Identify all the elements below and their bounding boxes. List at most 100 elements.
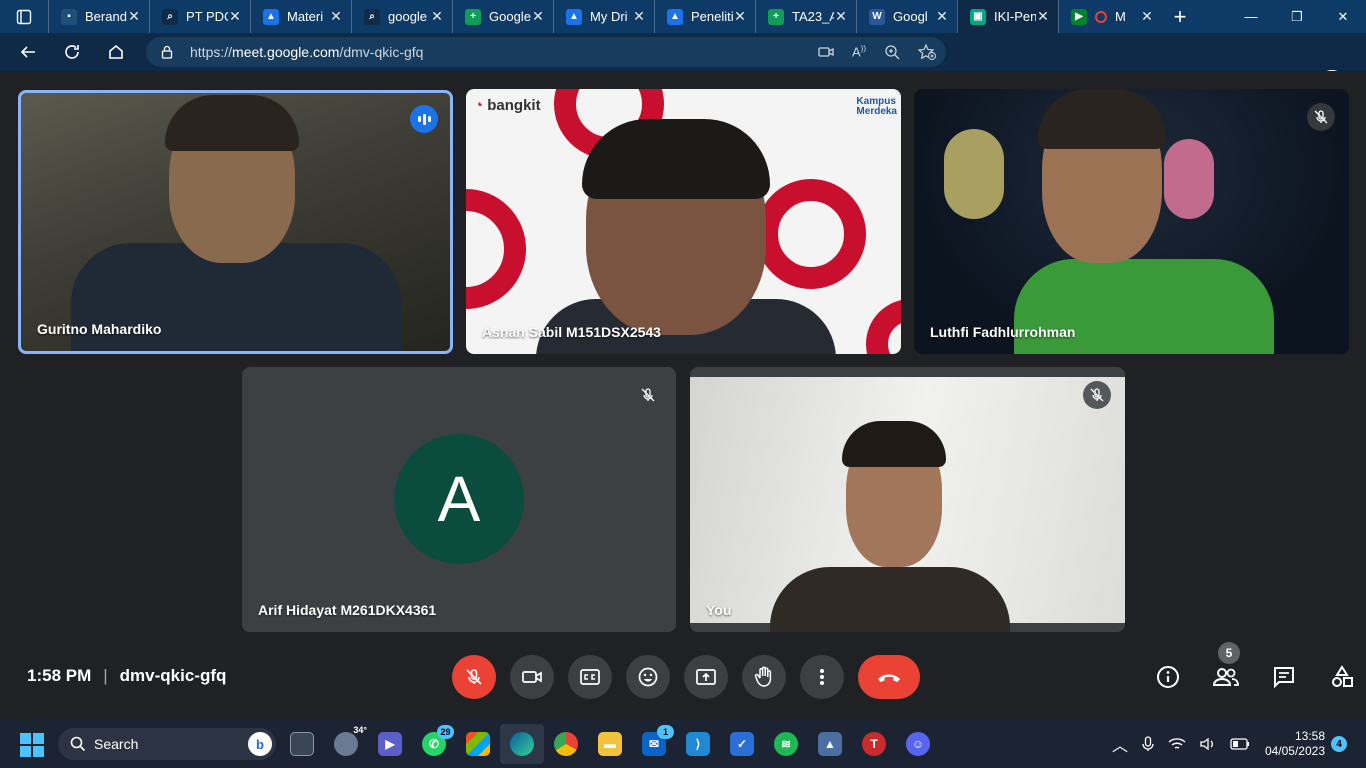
todo-icon[interactable]: ✓ xyxy=(720,724,764,764)
tab-close-icon[interactable]: ✕ xyxy=(127,8,141,25)
tab-close-icon[interactable]: ✕ xyxy=(1036,8,1050,25)
mic-off-icon xyxy=(1083,381,1111,409)
home-button[interactable] xyxy=(94,33,138,71)
wifi-icon[interactable] xyxy=(1168,737,1186,751)
mic-off-icon xyxy=(634,381,662,409)
notification-badge[interactable]: 4 xyxy=(1331,736,1347,752)
chrome-icon[interactable] xyxy=(544,724,588,764)
tab-close-icon[interactable]: ✕ xyxy=(632,8,646,25)
close-window-button[interactable]: ✕ xyxy=(1320,0,1366,33)
microphone-icon[interactable] xyxy=(1142,736,1154,752)
mail-badge: 1 xyxy=(657,725,674,739)
file-explorer-icon[interactable]: ▬ xyxy=(588,724,632,764)
participant-name: You xyxy=(706,602,732,618)
new-tab-button[interactable]: + xyxy=(1162,0,1198,33)
tab-title: Googl xyxy=(893,9,928,24)
people-button[interactable]: 5 xyxy=(1204,642,1248,697)
todoist-icon[interactable]: T xyxy=(852,724,896,764)
task-view-icon[interactable] xyxy=(280,724,324,764)
tab-close-icon[interactable]: ✕ xyxy=(834,8,848,25)
toggle-microphone-button[interactable] xyxy=(452,655,496,699)
add-favorite-icon[interactable] xyxy=(918,44,936,60)
participant-tile[interactable]: ◔ bangkit Kampus Merdeka Asnan Sabil M151… xyxy=(466,89,901,354)
tab-close-icon[interactable]: ✕ xyxy=(935,8,949,25)
read-aloud-icon[interactable]: A)) xyxy=(852,44,866,59)
browser-tab[interactable]: ▲ Materi ✕ xyxy=(250,0,351,33)
battery-icon[interactable] xyxy=(1230,738,1250,750)
browser-tab[interactable]: ⌕ PT PDC✕ xyxy=(149,0,250,33)
tab-favicon-icon: ▲ xyxy=(263,8,279,25)
restore-button[interactable]: ❐ xyxy=(1274,0,1320,33)
tab-close-icon[interactable]: ✕ xyxy=(430,8,444,25)
captions-button[interactable] xyxy=(568,655,612,699)
raise-hand-button[interactable] xyxy=(742,655,786,699)
leave-call-button[interactable] xyxy=(858,655,920,699)
mail-icon[interactable]: ✉ 1 xyxy=(632,724,676,764)
emoji-reactions-button[interactable] xyxy=(626,655,670,699)
whatsapp-icon[interactable]: ✆ 29 xyxy=(412,724,456,764)
taskbar-search[interactable]: Search b xyxy=(58,728,276,760)
back-button[interactable] xyxy=(6,33,50,71)
tab-favicon-icon: ▶ xyxy=(1071,8,1087,25)
participant-video xyxy=(466,89,901,354)
url-host: meet.google.com xyxy=(232,44,340,60)
tab-close-icon[interactable]: ✕ xyxy=(329,8,343,25)
tab-close-icon[interactable]: ✕ xyxy=(733,8,747,25)
refresh-button[interactable] xyxy=(50,33,94,71)
activities-button[interactable] xyxy=(1320,657,1364,697)
url-bar[interactable]: https://meet.google.com/dmv-qkic-gfq A)) xyxy=(146,37,946,67)
more-options-button[interactable] xyxy=(800,655,844,699)
discord-icon[interactable]: ☺ xyxy=(896,724,940,764)
microsoft-store-icon[interactable] xyxy=(456,724,500,764)
weather-widget-icon[interactable]: 34° xyxy=(324,724,368,764)
mic-off-icon xyxy=(1307,103,1335,131)
url-path: /dmv-qkic-gfq xyxy=(339,44,424,60)
bing-icon[interactable]: b xyxy=(248,732,272,756)
vscode-icon[interactable]: ⟩ xyxy=(676,724,720,764)
tab-close-icon[interactable]: ✕ xyxy=(1140,8,1154,25)
tab-title: Materi xyxy=(287,9,324,24)
participant-tile[interactable]: Guritno Mahardiko xyxy=(18,90,453,354)
chat-button[interactable] xyxy=(1262,657,1306,697)
browser-tab[interactable]: ⌕ google ✕ xyxy=(351,0,452,33)
tab-close-icon[interactable]: ✕ xyxy=(228,8,242,25)
windows-taskbar: Search b 34° ▶ ✆ 29 ▬ ✉ 1 ⟩ ✓ ≋ ▲ T ☺ ︿ 13… xyxy=(0,720,1366,768)
avatar: A xyxy=(394,434,524,564)
start-button[interactable] xyxy=(20,733,44,757)
show-hidden-icons-icon[interactable]: ︿ xyxy=(1112,732,1128,756)
browser-tab[interactable]: ▶ M ✕ xyxy=(1058,0,1162,33)
browser-tab[interactable]: + TA23_A ✕ xyxy=(755,0,856,33)
present-screen-button[interactable] xyxy=(684,655,728,699)
browser-tab[interactable]: ▣ IKI-Pen ✕ xyxy=(957,0,1058,33)
photos-icon[interactable]: ▲ xyxy=(808,724,852,764)
participant-tile[interactable]: Luthfi Fadhlurrohman xyxy=(914,89,1349,354)
lock-icon[interactable] xyxy=(160,45,174,59)
edge-browser-icon[interactable] xyxy=(500,724,544,764)
self-view-tile[interactable]: You xyxy=(690,367,1125,632)
tab-title: Beranda xyxy=(85,9,127,24)
browser-tab[interactable]: ▲ Peneliti ✕ xyxy=(654,0,755,33)
browser-tab[interactable]: ▪ Beranda✕ xyxy=(48,0,149,33)
participant-name: Arif Hidayat M261DKX4361 xyxy=(258,602,437,618)
tab-close-icon[interactable]: ✕ xyxy=(531,8,545,25)
minimize-button[interactable]: — xyxy=(1228,0,1274,33)
browser-tab[interactable]: + Google ✕ xyxy=(452,0,553,33)
meeting-details-button[interactable] xyxy=(1146,657,1190,697)
camera-in-use-icon[interactable] xyxy=(818,45,834,59)
tab-actions-icon[interactable] xyxy=(0,0,48,33)
browser-tab[interactable]: W Googl ✕ xyxy=(856,0,957,33)
meet-video-grid: Guritno Mahardiko ◔ bangkit Kampus Merdek… xyxy=(0,71,1366,649)
teams-chat-icon[interactable]: ▶ xyxy=(368,724,412,764)
taskbar-clock[interactable]: 13:58 04/05/2023 xyxy=(1257,729,1325,759)
recording-indicator-icon xyxy=(1095,10,1107,23)
zoom-icon[interactable] xyxy=(884,44,900,60)
volume-icon[interactable] xyxy=(1200,737,1216,751)
spotify-icon[interactable]: ≋ xyxy=(764,724,808,764)
divider: | xyxy=(103,666,108,685)
meeting-details: 1:58 PM | dmv-qkic-gfq xyxy=(27,666,226,686)
toggle-camera-button[interactable] xyxy=(510,655,554,699)
browser-tab[interactable]: ▲ My Dri ✕ xyxy=(553,0,654,33)
participant-tile[interactable]: A Arif Hidayat M261DKX4361 xyxy=(242,367,676,632)
clock-date: 04/05/2023 xyxy=(1264,744,1325,758)
tab-title: My Dri xyxy=(590,9,628,24)
